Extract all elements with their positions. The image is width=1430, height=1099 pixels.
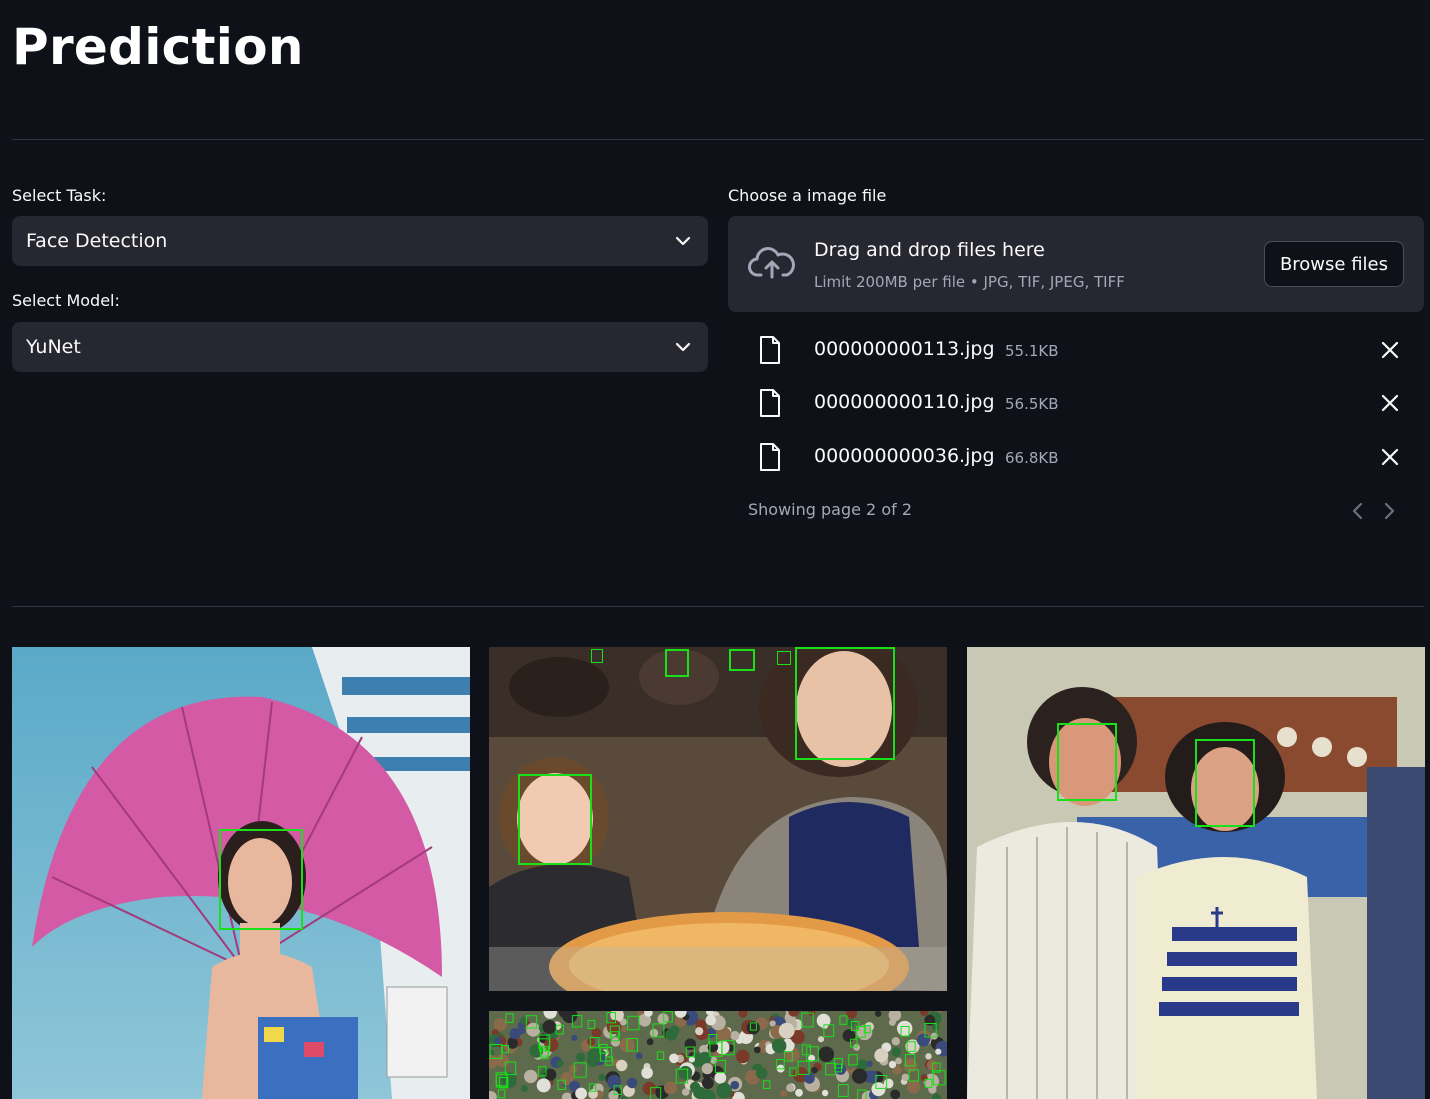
file-size: 56.5KB [1005, 395, 1059, 413]
next-page-icon[interactable] [1381, 501, 1397, 525]
file-size: 66.8KB [1005, 449, 1059, 467]
remove-file-icon[interactable] [1380, 393, 1400, 417]
face-detection-box [777, 651, 791, 665]
cloud-upload-icon [748, 244, 796, 286]
file-dropzone[interactable]: Drag and drop files here Limit 200MB per… [728, 216, 1424, 312]
dropzone-limit-text: Limit 200MB per file • JPG, TIF, JPEG, T… [814, 273, 1125, 291]
result-image [967, 647, 1425, 1099]
pagination-text: Showing page 2 of 2 [748, 500, 912, 519]
task-select-value: Face Detection [26, 230, 168, 252]
chevron-down-icon [672, 230, 694, 252]
model-select[interactable]: YuNet [12, 322, 708, 372]
divider-bottom [12, 606, 1424, 607]
model-label: Select Model: [12, 291, 120, 310]
face-detection-box [518, 774, 592, 865]
file-name: 000000000113.jpg [814, 338, 995, 360]
dropzone-title: Drag and drop files here [814, 239, 1045, 261]
model-select-value: YuNet [26, 336, 81, 358]
file-name: 000000000036.jpg [814, 445, 995, 467]
face-detection-box [795, 647, 895, 760]
face-detection-box [729, 649, 755, 671]
divider-top [12, 139, 1424, 140]
task-select[interactable]: Face Detection [12, 216, 708, 266]
file-item: 000000000036.jpg 66.8KB [748, 438, 1408, 478]
page-title: Prediction [12, 18, 304, 76]
previous-page-icon[interactable] [1350, 501, 1366, 525]
face-detection-box [665, 649, 689, 677]
face-detection-box [1057, 723, 1117, 801]
face-detection-box [219, 829, 303, 930]
couple-kitchen-image [967, 647, 1425, 1099]
face-detection-box [1195, 739, 1255, 827]
result-image [489, 647, 947, 991]
remove-file-icon[interactable] [1380, 447, 1400, 471]
face-detection-box [591, 649, 603, 663]
file-icon [758, 442, 782, 476]
result-image [12, 647, 470, 1099]
file-item: 000000000113.jpg 55.1KB [748, 331, 1408, 371]
file-icon [758, 335, 782, 369]
file-icon [758, 388, 782, 422]
chevron-down-icon [672, 336, 694, 358]
crowd-image [489, 1011, 947, 1099]
file-item: 000000000110.jpg 56.5KB [748, 384, 1408, 424]
remove-file-icon[interactable] [1380, 340, 1400, 364]
result-image [489, 1011, 947, 1099]
browse-files-button[interactable]: Browse files [1263, 241, 1404, 287]
file-size: 55.1KB [1005, 342, 1059, 360]
file-name: 000000000110.jpg [814, 391, 995, 413]
task-label: Select Task: [12, 186, 107, 205]
uploader-label: Choose a image file [728, 186, 887, 205]
